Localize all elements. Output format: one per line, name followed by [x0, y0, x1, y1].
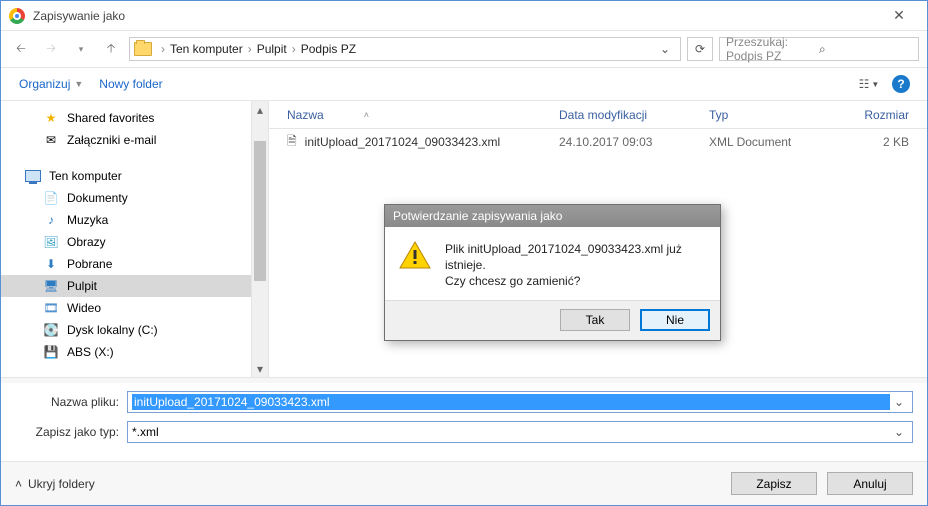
file-name: 🗎 initUpload_20171024_09033423.xml — [277, 132, 549, 153]
tree-item-videos[interactable]: 🎞 Wideo — [1, 297, 268, 319]
folder-tree: ★ Shared favorites ✉ Załączniki e-mail T… — [1, 101, 269, 377]
music-icon: ♪ — [43, 212, 59, 228]
file-size: 2 KB — [839, 135, 919, 149]
disk-icon: 💽 — [43, 322, 59, 338]
toolbar: Organizuj ▼ Nowy folder ☷ ▼ ? — [1, 67, 927, 101]
filetype-label: Zapisz jako typ: — [15, 425, 127, 439]
tree-item-downloads[interactable]: ⬇ Pobrane — [1, 253, 268, 275]
search-placeholder: Przeszukaj: Podpis PZ — [726, 35, 819, 63]
cancel-button[interactable]: Anuluj — [827, 472, 913, 495]
breadcrumb[interactable]: › Ten komputer › Pulpit › Podpis PZ ⌄ — [129, 37, 681, 61]
chevron-down-icon: ▼ — [871, 80, 879, 89]
refresh-button[interactable]: ⟳ — [687, 37, 713, 61]
filetype-value: *.xml — [132, 425, 890, 439]
file-type: XML Document — [699, 135, 839, 149]
pc-icon — [25, 168, 41, 184]
back-button[interactable]: 🡠 — [9, 37, 33, 61]
scroll-up-icon[interactable]: ▴ — [252, 101, 268, 118]
scroll-down-icon[interactable]: ▾ — [252, 360, 268, 377]
modal-body: Plik initUpload_20171024_09033423.xml ju… — [385, 227, 720, 300]
document-icon: 📄 — [43, 190, 59, 206]
breadcrumb-dropdown-icon[interactable]: ⌄ — [654, 42, 676, 56]
hide-folders-button[interactable]: ˄ Ukryj foldery — [15, 477, 95, 491]
chevron-down-icon[interactable]: ⌄ — [890, 395, 908, 409]
up-button[interactable]: 🡡 — [99, 37, 123, 61]
modal-line1: Plik initUpload_20171024_09033423.xml ju… — [445, 241, 706, 273]
search-icon: ⌕ — [819, 42, 912, 57]
modal-title: Potwierdzanie zapisywania jako — [385, 205, 720, 227]
modal-buttons: Tak Nie — [385, 300, 720, 340]
tree-item-pictures[interactable]: 🖼 Obrazy — [1, 231, 268, 253]
chevron-right-icon: › — [289, 42, 299, 56]
titlebar: Zapisywanie jako ✕ — [1, 1, 927, 31]
breadcrumb-item[interactable]: Pulpit — [257, 42, 287, 56]
network-drive-icon: 💾 — [43, 344, 59, 360]
modal-text: Plik initUpload_20171024_09033423.xml ju… — [445, 241, 706, 290]
chevron-right-icon: › — [158, 42, 168, 56]
filename-label: Nazwa pliku: — [15, 395, 127, 409]
col-size[interactable]: Rozmiar — [839, 108, 919, 122]
col-type[interactable]: Typ — [699, 108, 839, 122]
chrome-icon — [9, 8, 25, 24]
chevron-right-icon: › — [245, 42, 255, 56]
tree-item-thispc[interactable]: Ten komputer — [1, 165, 268, 187]
recent-dropdown-icon[interactable]: ▾ — [69, 37, 93, 61]
help-button[interactable]: ? — [887, 72, 915, 96]
close-icon[interactable]: ✕ — [879, 7, 919, 24]
file-date: 24.10.2017 09:03 — [549, 135, 699, 149]
warning-icon — [399, 241, 431, 269]
star-icon: ★ — [43, 110, 59, 126]
chevron-down-icon: ▼ — [74, 79, 83, 89]
desktop-icon: 🖥 — [43, 278, 59, 294]
download-icon: ⬇ — [43, 256, 59, 272]
sort-asc-icon: ˄ — [364, 110, 369, 120]
organize-button[interactable]: Organizuj ▼ — [13, 73, 89, 95]
col-date[interactable]: Data modyfikacji — [549, 108, 699, 122]
no-button[interactable]: Nie — [640, 309, 710, 331]
folder-icon — [134, 42, 152, 56]
nav-row: 🡠 🡢 ▾ 🡡 › Ten komputer › Pulpit › Podpis… — [1, 31, 927, 67]
help-icon: ? — [892, 75, 910, 93]
tree-item-music[interactable]: ♪ Muzyka — [1, 209, 268, 231]
search-input[interactable]: Przeszukaj: Podpis PZ ⌕ — [719, 37, 919, 61]
tree-item-shared[interactable]: ★ Shared favorites — [1, 107, 268, 129]
tree-item-attachments[interactable]: ✉ Załączniki e-mail — [1, 129, 268, 151]
filetype-select[interactable]: *.xml ⌄ — [127, 421, 913, 443]
pictures-icon: 🖼 — [43, 234, 59, 250]
window-title: Zapisywanie jako — [33, 9, 879, 23]
col-name[interactable]: Nazwa ˄ — [277, 108, 549, 122]
file-row[interactable]: 🗎 initUpload_20171024_09033423.xml 24.10… — [269, 129, 927, 155]
forward-button[interactable]: 🡢 — [39, 37, 63, 61]
tree-scrollbar[interactable]: ▴ ▾ — [251, 101, 268, 377]
save-button[interactable]: Zapisz — [731, 472, 817, 495]
chevron-up-icon: ˄ — [15, 477, 22, 491]
breadcrumb-item[interactable]: Podpis PZ — [301, 42, 356, 56]
tree-item-documents[interactable]: 📄 Dokumenty — [1, 187, 268, 209]
tree-item-abs[interactable]: 💾 ABS (X:) — [1, 341, 268, 363]
scroll-thumb[interactable] — [254, 141, 266, 281]
filename-input[interactable]: initUpload_20171024_09033423.xml ⌄ — [127, 391, 913, 413]
form: Nazwa pliku: initUpload_20171024_0903342… — [1, 383, 927, 455]
filename-value: initUpload_20171024_09033423.xml — [132, 394, 890, 410]
video-icon: 🎞 — [43, 300, 59, 316]
tree-item-localdisk[interactable]: 💽 Dysk lokalny (C:) — [1, 319, 268, 341]
mail-icon: ✉ — [43, 132, 59, 148]
view-button[interactable]: ☷ ▼ — [855, 72, 883, 96]
chevron-down-icon[interactable]: ⌄ — [890, 425, 908, 439]
yes-button[interactable]: Tak — [560, 309, 630, 331]
column-headers: Nazwa ˄ Data modyfikacji Typ Rozmiar — [269, 101, 927, 129]
tree-item-desktop[interactable]: 🖥 Pulpit — [1, 275, 268, 297]
newfolder-button[interactable]: Nowy folder — [93, 73, 168, 95]
view-icon: ☷ — [859, 77, 870, 91]
breadcrumb-root[interactable]: Ten komputer — [170, 42, 243, 56]
modal-line2: Czy chcesz go zamienić? — [445, 273, 706, 289]
footer: ˄ Ukryj foldery Zapisz Anuluj — [1, 461, 927, 505]
xml-file-icon: 🗎 — [287, 132, 297, 153]
confirm-overwrite-dialog: Potwierdzanie zapisywania jako Plik init… — [384, 204, 721, 341]
